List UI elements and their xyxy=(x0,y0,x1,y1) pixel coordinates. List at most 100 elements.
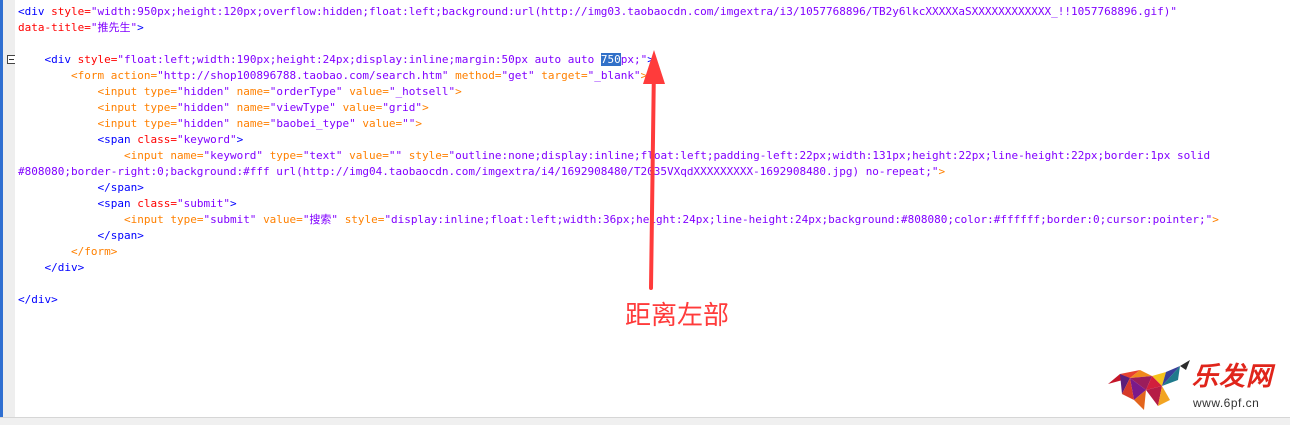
code-lines: <div style="width:950px;height:120px;ove… xyxy=(18,4,1219,308)
code-token: "float:left;width:190px;height:24px;disp… xyxy=(117,53,601,66)
code-line: <span class="submit"> xyxy=(18,196,1219,212)
code-token: > xyxy=(415,117,423,130)
code-token: "_blank" xyxy=(587,69,641,82)
code-token: <input xyxy=(97,85,144,98)
code-token: method= xyxy=(455,69,502,82)
code-token: </span> xyxy=(97,229,144,242)
code-line: <form action="http://shop100896788.taoba… xyxy=(18,68,1219,84)
code-token: style= xyxy=(77,53,118,66)
code-token: </div> xyxy=(18,293,58,306)
code-token: <span xyxy=(97,197,138,210)
code-token: value= xyxy=(342,101,383,114)
code-token: class= xyxy=(137,133,177,146)
watermark: 乐发网 www.6pf.cn xyxy=(1100,356,1290,414)
code-token: class= xyxy=(137,197,177,210)
code-token: "text" xyxy=(302,149,350,162)
code-token: px;" xyxy=(620,53,648,66)
code-token: type= xyxy=(143,85,177,98)
code-token: "keyword" xyxy=(203,149,270,162)
code-line: <input type="hidden" name="orderType" va… xyxy=(18,84,1219,100)
selected-text: 750 xyxy=(600,53,621,66)
code-token: </span> xyxy=(97,181,144,194)
code-token: style= xyxy=(51,5,91,18)
code-token: <form xyxy=(70,69,111,82)
code-token: </form> xyxy=(70,245,118,258)
code-token: "get" xyxy=(501,69,542,82)
code-line: <div style="float:left;width:190px;heigh… xyxy=(18,52,1219,68)
code-line: </span> xyxy=(18,180,1219,196)
code-token: > xyxy=(422,101,429,114)
code-token: <input xyxy=(123,149,171,162)
code-token: "outline:none;display:inline;float:left;… xyxy=(448,149,1211,162)
code-token: "grid" xyxy=(382,101,423,114)
code-token: type= xyxy=(170,213,204,226)
code-token: type= xyxy=(143,117,177,130)
code-token: "submit" xyxy=(176,197,230,210)
annotation-label: 距离左部 xyxy=(625,301,730,331)
code-line: </span> xyxy=(18,228,1219,244)
code-token: <input xyxy=(97,101,144,114)
watermark-title: 乐发网 xyxy=(1192,362,1274,392)
code-token: "" xyxy=(402,117,416,130)
code-token: name= xyxy=(236,85,270,98)
code-token: style= xyxy=(408,149,449,162)
fold-margin xyxy=(3,0,16,417)
code-token: > xyxy=(640,69,648,82)
code-token: > xyxy=(938,165,946,178)
code-token: "hidden" xyxy=(176,117,237,130)
code-token: value= xyxy=(362,117,403,130)
code-token: value= xyxy=(349,85,389,98)
code-line: <input type="submit" value="搜索" style="d… xyxy=(18,212,1219,228)
code-token: "hidden" xyxy=(176,85,237,98)
code-line: </form> xyxy=(18,244,1219,260)
code-token: value= xyxy=(349,149,389,162)
code-token: "" xyxy=(388,149,409,162)
code-token: <input xyxy=(97,117,144,130)
code-token: "orderType" xyxy=(269,85,350,98)
code-line: <div style="width:950px;height:120px;ove… xyxy=(18,4,1219,20)
code-token: "baobei_type" xyxy=(269,117,363,130)
code-line: data-title="推先生"> xyxy=(18,20,1219,36)
code-token: name= xyxy=(236,101,270,114)
code-line: <span class="keyword"> xyxy=(18,132,1219,148)
code-token: name= xyxy=(170,149,204,162)
watermark-url: www.6pf.cn xyxy=(1193,396,1260,410)
code-token: <span xyxy=(97,133,138,146)
code-line: <input type="hidden" name="baobei_type" … xyxy=(18,116,1219,132)
code-token: name= xyxy=(236,117,270,130)
code-token: action= xyxy=(110,69,158,82)
code-token: data-title= xyxy=(18,21,91,34)
code-token: "搜索" xyxy=(302,213,345,226)
code-token: "推先生" xyxy=(90,21,138,34)
horizontal-scrollbar[interactable] xyxy=(0,417,1290,425)
code-token: "http://shop100896788.taobao.com/search.… xyxy=(157,69,456,82)
code-token: > xyxy=(229,197,237,210)
code-line: #808080;border-right:0;background:#fff u… xyxy=(18,164,1219,180)
code-token: value= xyxy=(263,213,303,226)
code-line: </div> xyxy=(18,292,1219,308)
code-token: <div xyxy=(44,53,78,66)
code-token: <input xyxy=(123,213,171,226)
code-token: type= xyxy=(269,149,303,162)
code-token: "_hotsell" xyxy=(388,85,456,98)
code-token: <div xyxy=(18,5,52,18)
code-token: "hidden" xyxy=(176,101,237,114)
code-token: target= xyxy=(541,69,588,82)
code-editor[interactable]: <div style="width:950px;height:120px;ove… xyxy=(15,0,1290,417)
code-token: > xyxy=(137,21,144,34)
code-line: <input type="hidden" name="viewType" val… xyxy=(18,100,1219,116)
code-token: style= xyxy=(344,213,385,226)
